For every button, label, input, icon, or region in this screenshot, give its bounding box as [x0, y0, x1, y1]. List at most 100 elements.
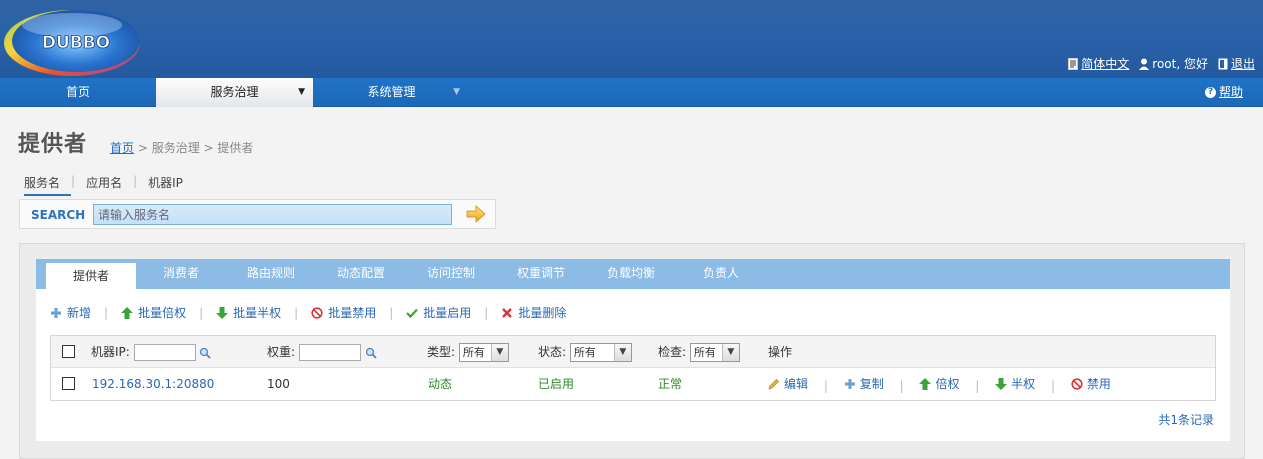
user-name: root, 您好 [1152, 57, 1208, 71]
pencil-icon [768, 379, 779, 390]
search-tab-service-name[interactable]: 服务名 [24, 174, 72, 196]
nav-item-home[interactable]: 首页 [0, 78, 156, 107]
provider-weight: 100 [267, 377, 290, 391]
language-link[interactable]: 简体中文 [1068, 55, 1129, 72]
magnifier-icon[interactable] [199, 347, 212, 359]
svg-text:DUBBO: DUBBO [42, 33, 110, 53]
table-header-row: 机器IP: 权重: 类型: 所有 ▼ 状态: 所有 ▼ 检查: 所有 ▼ 操作 [51, 336, 1215, 368]
type-filter-select[interactable]: 所有 ▼ [458, 343, 509, 362]
status-header: 状态: [538, 345, 567, 359]
delete-x-icon [502, 307, 513, 318]
forbidden-icon [1071, 378, 1083, 390]
user-icon [1139, 58, 1150, 70]
providers-table: 机器IP: 权重: 类型: 所有 ▼ 状态: 所有 ▼ 检查: 所有 ▼ 操作 … [50, 335, 1216, 401]
search-tab-app-name[interactable]: 应用名 [86, 174, 133, 196]
batch-half-weight-button[interactable]: 批量半权 [216, 304, 281, 321]
select-all-checkbox[interactable] [62, 345, 75, 358]
checkmark-icon [406, 308, 419, 318]
disable-button[interactable]: 禁用 [1071, 368, 1111, 400]
document-icon [1068, 57, 1079, 70]
divider: | [975, 379, 980, 393]
main-nav: 首页 服务治理 ▼ 系统管理 ▼ ? 帮助 [0, 78, 1263, 107]
status-filter-select[interactable]: 所有 ▼ [569, 343, 632, 362]
tab-load-balance[interactable]: 负载均衡 [586, 259, 676, 289]
divider: | [484, 305, 489, 320]
divider: | [823, 379, 828, 393]
batch-double-label: 批量倍权 [138, 306, 187, 320]
action-toolbar: 新增 | 批量倍权 | 批量半权 | 批量禁用 | 批量启用 | 批量删除 [50, 304, 566, 321]
copy-button[interactable]: 复制 [844, 368, 884, 400]
check-filter-value: 所有 [693, 346, 716, 359]
logout-link[interactable]: 退出 [1218, 55, 1255, 72]
arrow-up-icon [919, 378, 932, 390]
weight-filter-input[interactable] [298, 344, 361, 361]
search-box: SEARCH [19, 199, 496, 229]
nav-label: 服务治理 [210, 85, 259, 99]
status-filter-value: 所有 [573, 346, 596, 359]
table-row: 192.168.30.1:20880 100 动态 已启用 正常 编辑 | 复制… [51, 368, 1215, 400]
user-greeting: root, 您好 [1139, 55, 1208, 72]
provider-ip-link[interactable]: 192.168.30.1:20880 [92, 368, 214, 400]
divider: | [104, 305, 109, 320]
check-header: 检查: [658, 345, 687, 359]
nav-item-service-governance[interactable]: 服务治理 ▼ [156, 78, 313, 107]
arrow-right-icon[interactable] [466, 205, 486, 223]
batch-enable-button[interactable]: 批量启用 [406, 304, 471, 321]
app-header: DUBBO 简体中文 root, 您好 退出 [0, 0, 1263, 78]
page-title: 提供者 [18, 132, 88, 157]
tab-access-control[interactable]: 访问控制 [406, 259, 496, 289]
double-weight-label: 倍权 [935, 377, 960, 391]
help-icon: ? [1204, 87, 1216, 98]
search-tab-machine-ip[interactable]: 机器IP [148, 174, 194, 196]
disable-label: 禁用 [1086, 377, 1111, 391]
divider: | [1051, 379, 1056, 393]
tab-consumers[interactable]: 消费者 [136, 259, 226, 289]
logout-icon [1218, 58, 1228, 69]
record-count: 共1条记录 [1158, 413, 1214, 427]
batch-delete-button[interactable]: 批量删除 [501, 304, 566, 321]
ops-header: 操作 [768, 345, 793, 359]
help-label: 帮助 [1218, 85, 1243, 99]
check-filter-select[interactable]: 所有 ▼ [689, 343, 740, 362]
batch-disable-button[interactable]: 批量禁用 [311, 304, 376, 321]
row-operations: 编辑 | 复制 | 倍权 | 半权 | 禁用 [768, 368, 1111, 400]
batch-half-label: 批量半权 [233, 306, 282, 320]
add-button[interactable]: 新增 [50, 304, 91, 321]
help-link[interactable]: ? 帮助 [1204, 78, 1243, 107]
language-label: 简体中文 [1081, 57, 1130, 71]
forbidden-icon [311, 306, 323, 319]
add-label: 新增 [67, 306, 92, 320]
chevron-down-icon: ▼ [490, 344, 508, 361]
chevron-down-icon: ▼ [613, 344, 631, 361]
chevron-down-icon: ▼ [721, 344, 739, 361]
weight-header: 权重: [267, 345, 296, 359]
edit-button[interactable]: 编辑 [768, 368, 808, 400]
tab-owners[interactable]: 负责人 [676, 259, 766, 289]
search-input[interactable] [93, 204, 452, 225]
copy-label: 复制 [859, 377, 884, 391]
divider: | [389, 305, 394, 320]
half-weight-button[interactable]: 半权 [995, 368, 1035, 400]
ip-filter-input[interactable] [133, 344, 196, 361]
half-weight-label: 半权 [1011, 377, 1036, 391]
caret-down-icon: ▼ [453, 87, 460, 97]
nav-item-system-management[interactable]: 系统管理 ▼ [313, 78, 470, 107]
header-links: 简体中文 root, 您好 退出 [1068, 55, 1255, 72]
divider: | [899, 379, 904, 393]
batch-double-weight-button[interactable]: 批量倍权 [121, 304, 186, 321]
tab-weight[interactable]: 权重调节 [496, 259, 586, 289]
tab-providers[interactable]: 提供者 [46, 263, 136, 289]
plus-icon [844, 379, 855, 389]
breadcrumb-home-link[interactable]: 首页 [110, 141, 134, 155]
search-label: SEARCH [31, 208, 86, 222]
divider: | [294, 305, 299, 320]
dubbo-logo[interactable]: DUBBO [2, 3, 145, 77]
weight-filter-cell: 权重: [267, 336, 377, 368]
search-type-tabs: 服务名 | 应用名 | 机器IP [24, 174, 194, 196]
row-checkbox[interactable] [62, 377, 75, 390]
status-filter-cell: 状态: 所有 ▼ [538, 336, 632, 368]
magnifier-icon[interactable] [365, 347, 377, 359]
double-weight-button[interactable]: 倍权 [919, 368, 959, 400]
tab-dynamic-config[interactable]: 动态配置 [316, 259, 406, 289]
tab-routes[interactable]: 路由规则 [226, 259, 316, 289]
